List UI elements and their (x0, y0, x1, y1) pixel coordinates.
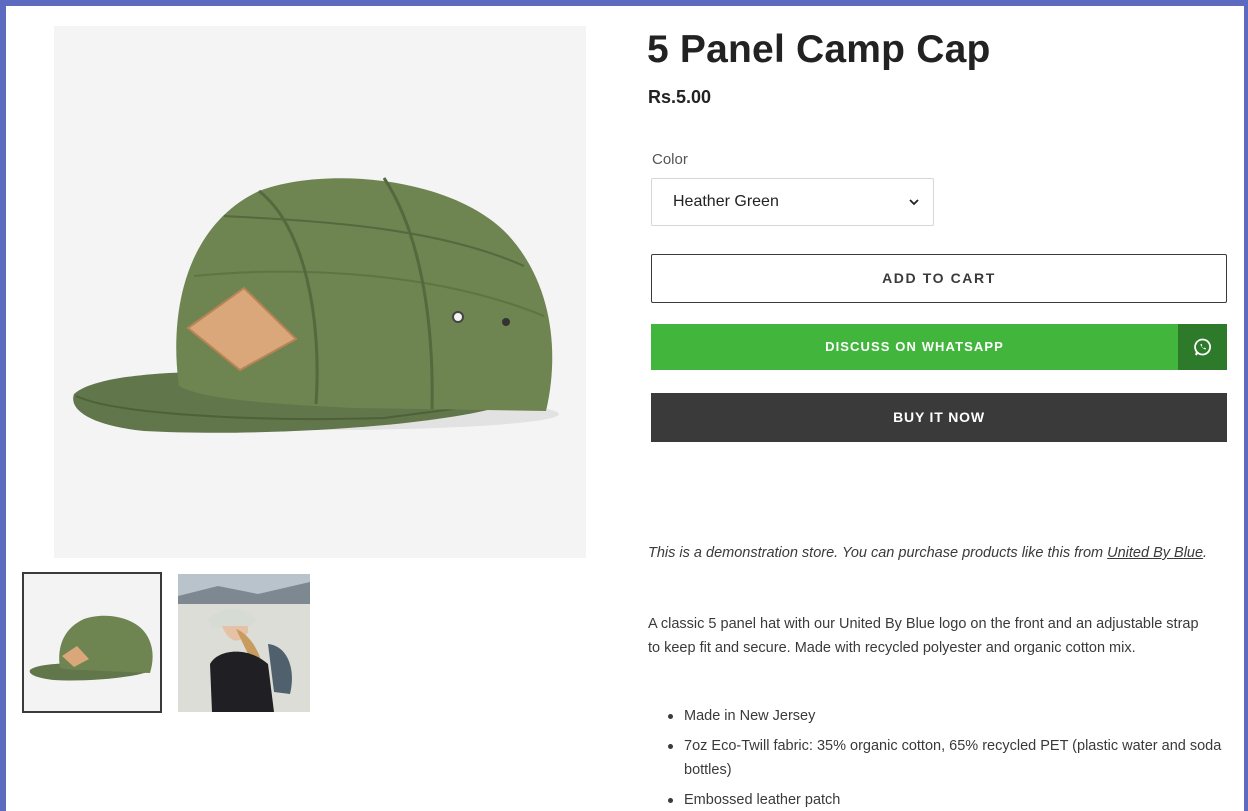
demo-note-end: . (1203, 545, 1208, 561)
product-description: A classic 5 panel hat with our United By… (648, 616, 1199, 656)
feature-item: 7oz Eco-Twill fabric: 35% organic cotton… (666, 734, 1238, 782)
buy-now-button[interactable]: BUY IT NOW (651, 393, 1227, 442)
thumbnail-cap[interactable] (22, 572, 162, 713)
color-label: Color (652, 151, 688, 168)
color-select[interactable]: Heather Green (651, 178, 934, 226)
product-price: Rs.5.00 (648, 87, 712, 107)
feature-item: Embossed leather patch (666, 788, 1238, 811)
whatsapp-icon[interactable] (1178, 324, 1227, 370)
product-main-image[interactable] (54, 26, 586, 558)
product-title: 5 Panel Camp Cap (647, 28, 991, 71)
demo-store-note: This is a demonstration store. You can p… (648, 541, 1226, 565)
window-frame-right (1244, 0, 1248, 811)
united-by-blue-link[interactable]: United By Blue (1107, 545, 1203, 561)
thumbnail-lifestyle[interactable] (178, 574, 310, 712)
feature-list: Made in New Jersey 7oz Eco-Twill fabric:… (666, 704, 1238, 811)
feature-item: Made in New Jersey (666, 704, 1238, 728)
window-frame-top (0, 0, 1248, 6)
chevron-down-icon (907, 195, 921, 209)
add-to-cart-button[interactable]: ADD TO CART (651, 254, 1227, 303)
whatsapp-button[interactable]: DISCUSS ON WHATSAPP (651, 324, 1227, 370)
demo-note-text: This is a demonstration store. You can p… (648, 545, 1108, 561)
window-frame-left (0, 0, 6, 811)
color-select-value: Heather Green (673, 193, 779, 210)
whatsapp-button-label: DISCUSS ON WHATSAPP (825, 339, 1004, 354)
